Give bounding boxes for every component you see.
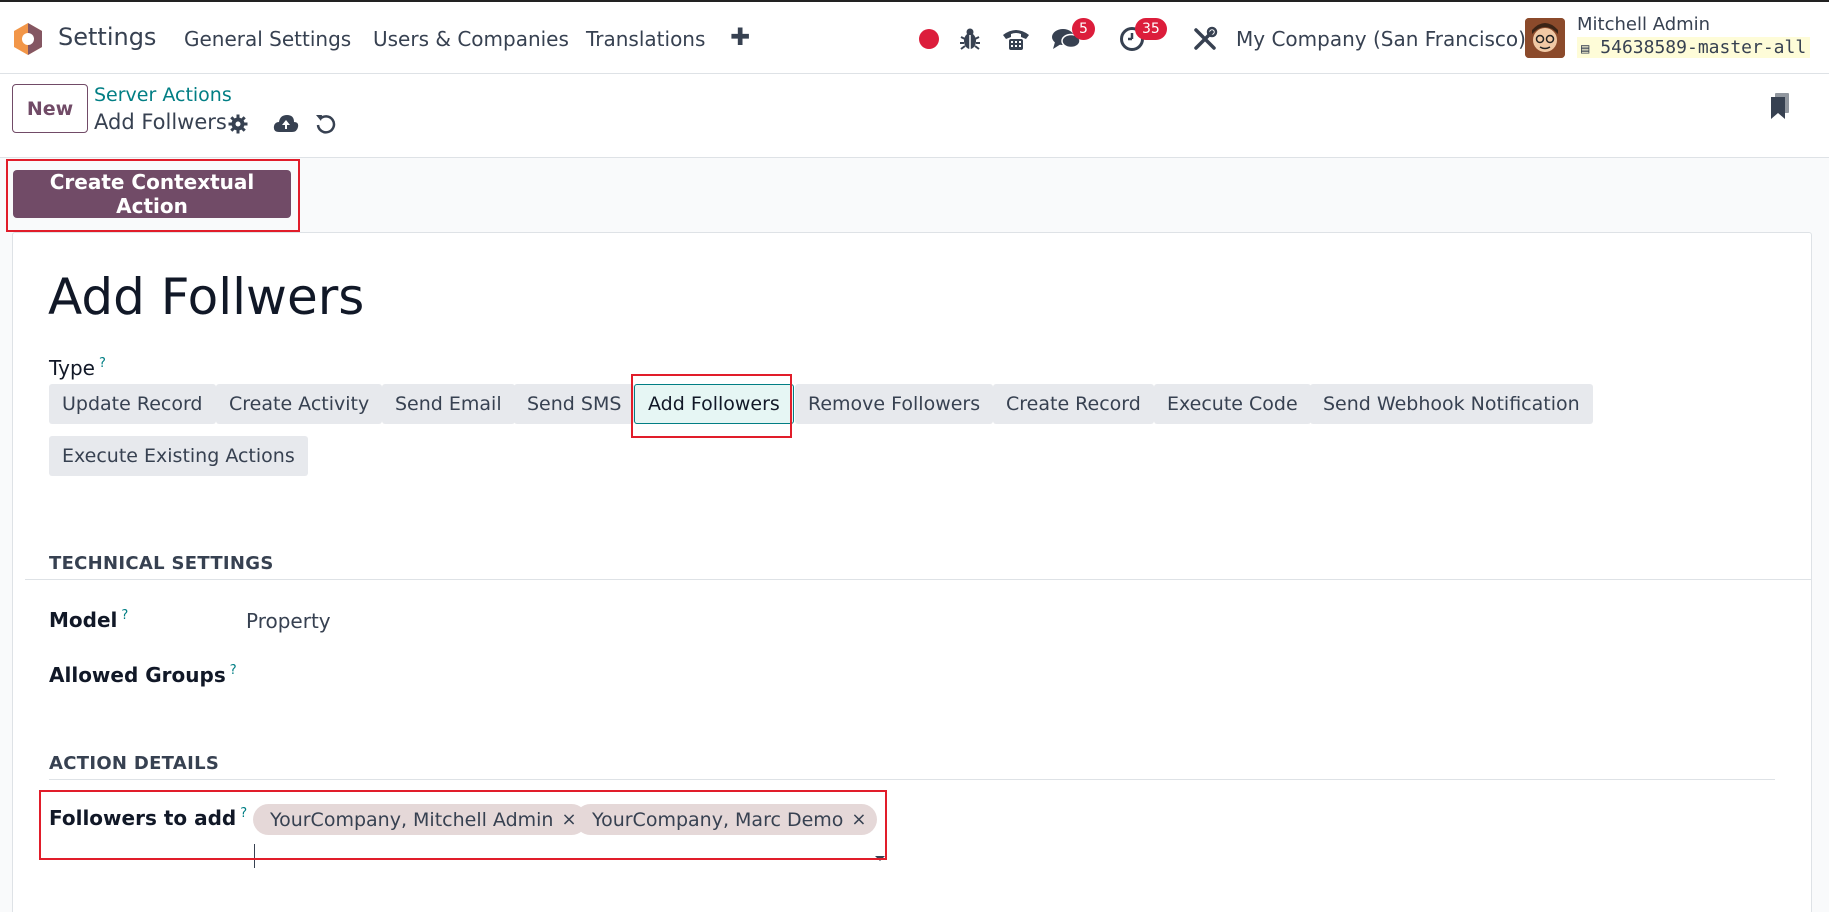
type-send-webhook-notification[interactable]: Send Webhook Notification — [1310, 384, 1593, 424]
tools-icon[interactable] — [1190, 24, 1220, 54]
model-value: Property — [246, 609, 331, 633]
allowed-groups-help-icon[interactable]: ? — [230, 663, 237, 678]
type-send-sms[interactable]: Send SMS — [514, 384, 635, 424]
gear-icon[interactable] — [224, 110, 252, 138]
text-cursor — [254, 844, 255, 868]
model-label: Model? — [49, 608, 129, 632]
type-update-record[interactable]: Update Record — [49, 384, 216, 424]
breadcrumb-current: Add Follwers — [94, 110, 227, 134]
breadcrumb-parent[interactable]: Server Actions — [94, 84, 232, 106]
cloud-upload-icon[interactable] — [272, 110, 300, 138]
database-icon: ▤ — [1581, 41, 1590, 57]
allowed-groups-label: Allowed Groups? — [49, 663, 237, 687]
avatar[interactable] — [1525, 18, 1565, 58]
section-separator — [49, 779, 1775, 780]
company-switcher[interactable]: My Company (San Francisco) — [1236, 27, 1526, 51]
type-add-followers[interactable]: Add Followers — [634, 384, 794, 424]
new-button[interactable]: New — [12, 84, 88, 133]
followers-help-icon[interactable]: ? — [240, 806, 247, 821]
bookmark-icon[interactable] — [1766, 92, 1794, 120]
discard-icon[interactable] — [312, 110, 340, 138]
chevron-down-icon[interactable] — [875, 856, 885, 861]
odoo-logo-icon[interactable] — [11, 22, 45, 56]
type-execute-code[interactable]: Execute Code — [1154, 384, 1311, 424]
user-name[interactable]: Mitchell Admin — [1577, 14, 1710, 35]
menu-translations[interactable]: Translations — [586, 27, 705, 51]
app-name[interactable]: Settings — [58, 23, 156, 51]
allowed-groups-field[interactable] — [246, 656, 946, 692]
action-details-heading: ACTION DETAILS — [49, 753, 220, 774]
follower-tag: YourCompany, Mitchell Admin × — [253, 804, 587, 835]
type-create-record[interactable]: Create Record — [993, 384, 1154, 424]
top-navbar: Settings General Settings Users & Compan… — [0, 0, 1829, 74]
add-menu-icon[interactable]: ✚ — [730, 23, 750, 51]
remove-tag-icon[interactable]: × — [851, 809, 866, 830]
follower-tag: YourCompany, Marc Demo × — [575, 804, 877, 835]
phone-icon[interactable] — [1000, 24, 1032, 54]
menu-users-companies[interactable]: Users & Companies — [373, 27, 569, 51]
database-name: ▤ 54638589-master-all — [1577, 37, 1811, 58]
section-separator — [25, 579, 1812, 580]
activities-badge: 35 — [1135, 18, 1167, 40]
messages-badge: 5 — [1072, 18, 1095, 40]
followers-input[interactable] — [250, 840, 890, 870]
create-contextual-action-button[interactable]: Create Contextual Action — [13, 170, 291, 218]
control-panel: New Server Actions Add Follwers — [0, 74, 1829, 158]
type-send-email[interactable]: Send Email — [382, 384, 515, 424]
bug-icon[interactable] — [956, 24, 984, 54]
technical-settings-heading: TECHNICAL SETTINGS — [49, 553, 274, 574]
model-help-icon[interactable]: ? — [121, 608, 128, 623]
type-create-activity[interactable]: Create Activity — [216, 384, 383, 424]
menu-general-settings[interactable]: General Settings — [184, 27, 351, 51]
type-remove-followers[interactable]: Remove Followers — [795, 384, 994, 424]
type-label: Type? — [49, 356, 106, 380]
record-title[interactable]: Add Follwers — [48, 268, 364, 326]
type-help-icon[interactable]: ? — [99, 356, 106, 371]
followers-label: Followers to add? — [49, 806, 248, 830]
record-dot-icon[interactable] — [919, 29, 939, 49]
type-execute-existing-actions[interactable]: Execute Existing Actions — [49, 436, 308, 476]
